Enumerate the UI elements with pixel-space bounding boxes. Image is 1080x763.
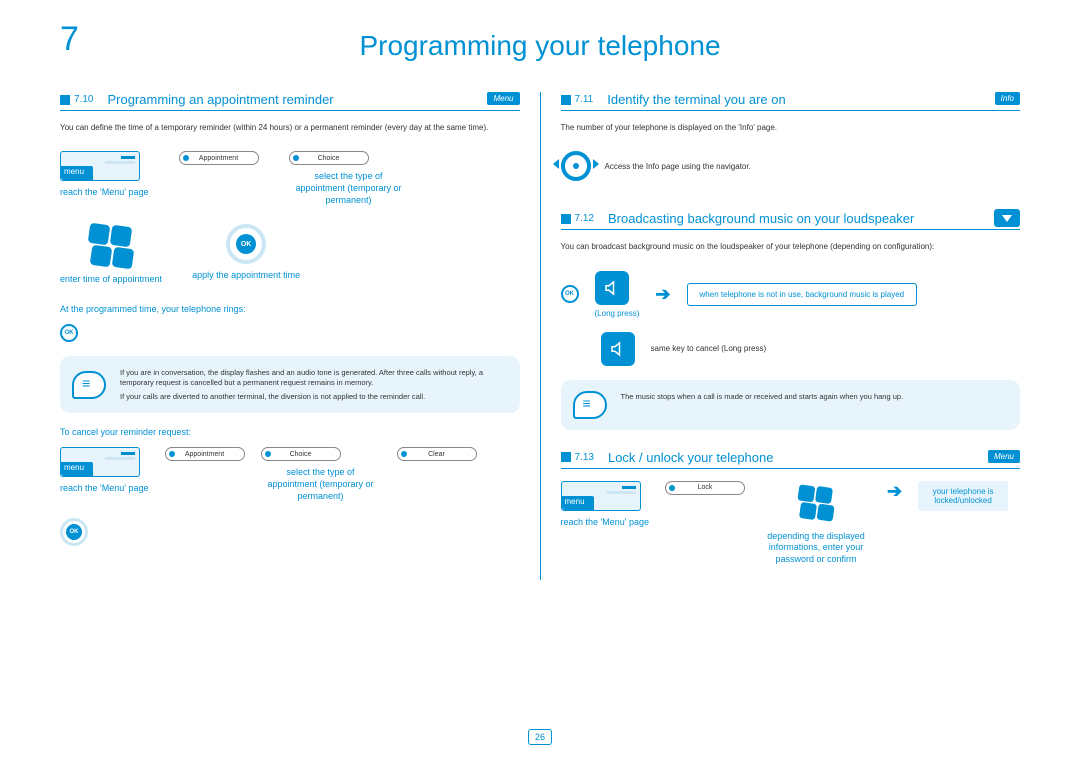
step-label: select the type of appointment (temporar…: [289, 171, 409, 206]
cancel-step-row: menu reach the 'Menu' page Appointment C…: [60, 447, 520, 546]
step-softkey-choice: Choice select the type of appointment (t…: [261, 447, 381, 502]
softkey-lock: Lock: [665, 481, 745, 495]
navigator-icon: [561, 151, 591, 181]
step-label: apply the appointment time: [192, 270, 300, 282]
menu-tile-icon: menu: [561, 481, 641, 511]
softkey-clear: Clear: [397, 447, 477, 461]
loudspeaker-icon: [601, 332, 635, 366]
ok-button-icon: OK: [60, 518, 88, 546]
step-softkey-appt: Appointment: [179, 151, 259, 206]
menu-tile-icon: menu: [60, 447, 140, 477]
navigator-label: Access the Info page using the navigator…: [605, 162, 751, 171]
step-label: depending the displayed informations, en…: [761, 531, 871, 566]
section-number: 7.12: [575, 213, 594, 224]
section-number: 7.13: [575, 452, 594, 463]
chapter-number: 7: [60, 20, 79, 59]
ok-small-icon: OK: [561, 285, 579, 303]
menu-badge: Menu: [487, 92, 519, 105]
right-column: 7.11 Identify the terminal you are on In…: [541, 92, 1041, 580]
page-number: 26: [528, 729, 552, 745]
long-press-label: (Long press): [595, 309, 640, 318]
columns: 7.10 Programming an appointment reminder…: [40, 92, 1040, 580]
step-keypad: depending the displayed informations, en…: [761, 481, 871, 566]
menu-tile-label: menu: [64, 167, 84, 176]
section-tick: [60, 95, 70, 105]
navigator-step: Access the Info page using the navigator…: [561, 151, 1021, 181]
callout-text: If your calls are diverted to another te…: [120, 392, 506, 402]
section-header-710: 7.10 Programming an appointment reminder…: [60, 92, 520, 111]
cancel-broadcast-row: same key to cancel (Long press): [601, 332, 1021, 366]
step-label: enter time of appointment: [60, 274, 162, 286]
menu-tile-icon: menu: [60, 151, 140, 181]
down-arrow-badge: [994, 209, 1020, 227]
speech-bubble-icon: [72, 371, 106, 399]
info-callout: The music stops when a call is made or r…: [561, 380, 1021, 430]
step-menu: menu reach the 'Menu' page: [561, 481, 650, 529]
left-column: 7.10 Programming an appointment reminder…: [40, 92, 540, 580]
step-row-1: menu reach the 'Menu' page Appointment C…: [60, 151, 520, 206]
section-header-712: 7.12 Broadcasting background music on yo…: [561, 211, 1021, 230]
menu-badge: Menu: [988, 450, 1020, 463]
step-ok-small: OK: [60, 518, 88, 546]
section-title: Lock / unlock your telephone: [608, 450, 774, 465]
section-title: Programming an appointment reminder: [107, 92, 333, 107]
softkey-appointment: Appointment: [165, 447, 245, 461]
section-header-711: 7.11 Identify the terminal you are on In…: [561, 92, 1021, 111]
cancel-label: same key to cancel (Long press): [651, 344, 767, 353]
arrow-right-icon: ➔: [887, 481, 902, 502]
result-box: your telephone is locked/unlocked: [918, 481, 1008, 511]
ok-small-icon: OK: [60, 324, 78, 342]
ring-note: At the programmed time, your telephone r…: [60, 304, 520, 314]
callout-text: The music stops when a call is made or r…: [621, 392, 1007, 402]
cancel-note: To cancel your reminder request:: [60, 427, 520, 437]
loudspeaker-icon: [595, 271, 629, 305]
callout-text: If you are in conversation, the display …: [120, 368, 506, 388]
step-softkey-choice: Choice select the type of appointment (t…: [289, 151, 409, 206]
keypad-icon: [89, 224, 133, 268]
step-softkey-clear: Clear: [397, 447, 477, 461]
lock-step-row: menu reach the 'Menu' page Lock dependin…: [561, 481, 1021, 566]
speaker-step: (Long press): [595, 271, 640, 318]
step-label: reach the 'Menu' page: [561, 517, 650, 529]
step-ok: OK apply the appointment time: [192, 224, 300, 286]
step-row-2: enter time of appointment OK apply the a…: [60, 224, 520, 286]
section-header-713: 7.13 Lock / unlock your telephone Menu: [561, 450, 1021, 469]
step-menu: menu reach the 'Menu' page: [60, 447, 149, 495]
broadcast-row: OK (Long press) ➔ when telephone is not …: [561, 271, 1021, 318]
section-tick: [561, 452, 571, 462]
step-keypad: enter time of appointment: [60, 224, 162, 286]
page-title: Programming your telephone: [40, 30, 1040, 62]
step-label: reach the 'Menu' page: [60, 483, 149, 495]
info-callout: If you are in conversation, the display …: [60, 356, 520, 413]
softkey-choice: Choice: [289, 151, 369, 165]
softkey-appointment: Appointment: [179, 151, 259, 165]
info-box: when telephone is not in use, background…: [687, 283, 918, 306]
ok-button-icon: OK: [226, 224, 266, 264]
section-intro: You can define the time of a temporary r…: [60, 123, 520, 133]
document-page: 7 Programming your telephone 7.10 Progra…: [0, 0, 1080, 763]
section-tick: [561, 214, 571, 224]
section-title: Identify the terminal you are on: [607, 92, 786, 107]
keypad-icon: [798, 485, 833, 520]
section-number: 7.10: [74, 94, 93, 105]
section-title: Broadcasting background music on your lo…: [608, 211, 914, 226]
menu-tile-label: menu: [565, 497, 585, 506]
step-softkey-lock: Lock: [665, 481, 745, 495]
arrow-right-icon: ➔: [655, 284, 670, 305]
speech-bubble-icon: [573, 391, 607, 419]
section-intro: The number of your telephone is displaye…: [561, 123, 1021, 133]
step-label: select the type of appointment (temporar…: [261, 467, 381, 502]
step-label: reach the 'Menu' page: [60, 187, 149, 199]
info-badge: Info: [995, 92, 1020, 105]
section-intro: You can broadcast background music on th…: [561, 242, 1021, 252]
step-menu: menu reach the 'Menu' page: [60, 151, 149, 206]
softkey-choice: Choice: [261, 447, 341, 461]
step-softkey-appt: Appointment: [165, 447, 245, 461]
section-number: 7.11: [575, 94, 594, 105]
section-tick: [561, 95, 571, 105]
menu-tile-label: menu: [64, 463, 84, 472]
